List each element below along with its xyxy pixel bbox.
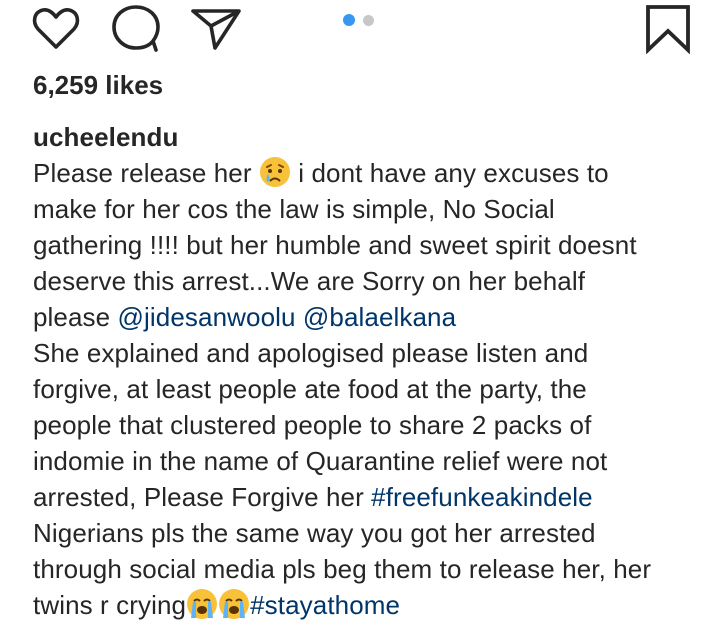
hashtag-link[interactable]: #stayathome <box>250 590 400 620</box>
caption-text: arrested, Please Forgive her <box>33 482 372 512</box>
likes-count[interactable]: 6,259 likes <box>33 67 163 103</box>
caption-username[interactable]: ucheelendu <box>33 119 703 155</box>
caption-line: twins r crying #stayathome <box>33 587 703 623</box>
share-icon[interactable] <box>189 4 243 52</box>
crying-face-emoji-icon <box>259 157 290 187</box>
loudly-crying-face-emoji-icon <box>187 589 218 619</box>
bookmark-icon[interactable] <box>645 4 691 54</box>
caption-line: arrested, Please Forgive her #freefunkea… <box>33 479 703 515</box>
caption-text: twins r crying <box>33 590 187 620</box>
caption-line: gathering !!!! but her humble and sweet … <box>33 230 637 260</box>
mention-link[interactable]: @jidesanwoolu <box>118 302 296 332</box>
caption-text: please <box>33 302 118 332</box>
comment-icon[interactable] <box>109 3 163 53</box>
post-caption: ucheelendu Please release her i dont hav… <box>33 119 703 623</box>
mention-link[interactable]: @balaelkana <box>303 302 456 332</box>
caption-line: forgive, at least people ate food at the… <box>33 374 587 404</box>
caption-line: Nigerians pls the same way you got her a… <box>33 518 596 548</box>
hashtag-link[interactable]: #freefunkeakindele <box>371 482 593 512</box>
caption-line: make for her cos the law is simple, No S… <box>33 194 555 224</box>
caption-text <box>296 302 303 332</box>
loudly-crying-face-emoji-icon <box>219 589 250 619</box>
carousel-dot-active <box>343 14 355 26</box>
carousel-indicator <box>343 14 374 26</box>
caption-line: through social media pls beg them to rel… <box>33 554 652 584</box>
carousel-dot <box>363 15 374 26</box>
caption-line: please @jidesanwoolu @balaelkana <box>33 299 703 335</box>
caption-line: Please release her i dont have any excus… <box>33 155 703 191</box>
heart-icon[interactable] <box>31 5 81 51</box>
caption-line: people that clustered people to share 2 … <box>33 410 592 440</box>
caption-line: indomie in the name of Quarantine relief… <box>33 446 608 476</box>
caption-text: i dont have any excuses to <box>290 158 609 188</box>
caption-line: deserve this arrest...We are Sorry on he… <box>33 266 586 296</box>
caption-line: She explained and apologised please list… <box>33 338 589 368</box>
caption-text: Please release her <box>33 158 259 188</box>
